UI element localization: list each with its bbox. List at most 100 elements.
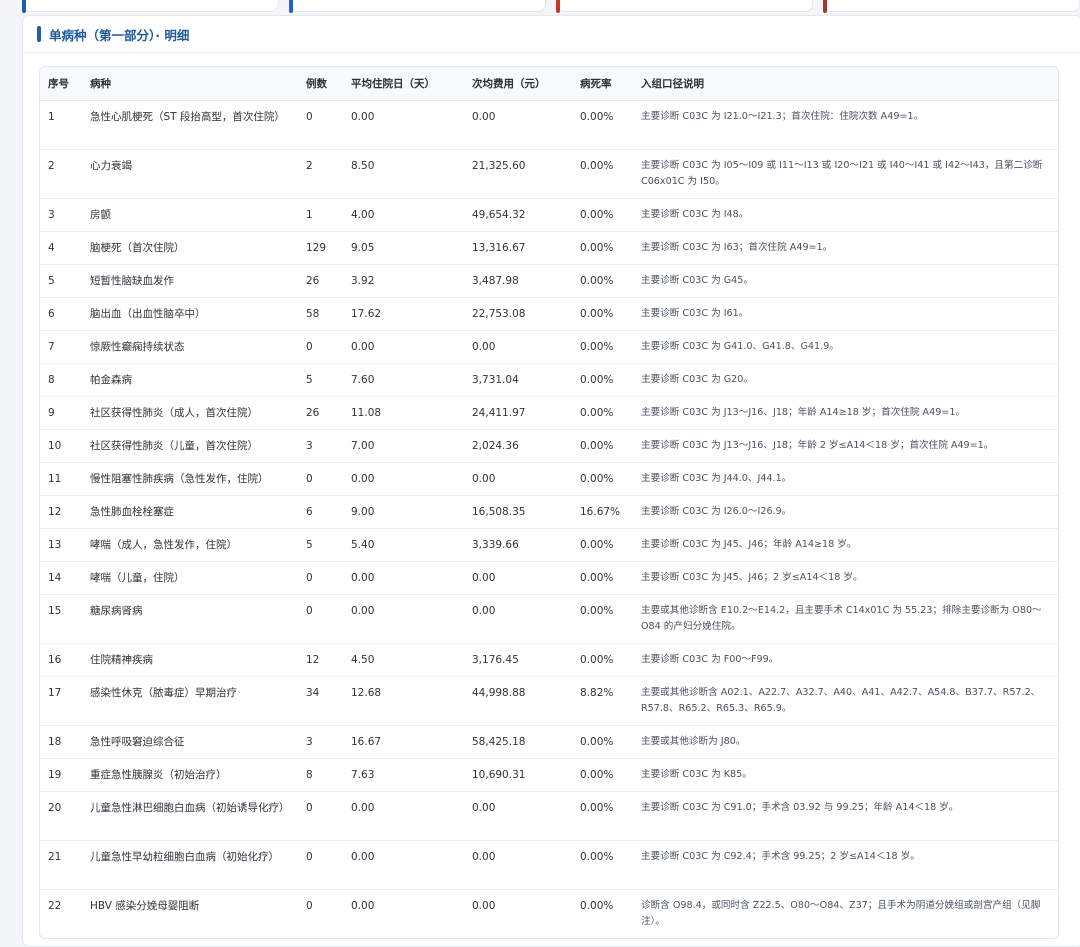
summary-card — [289, 0, 546, 13]
table-row: 17 感染性休克（脓毒症）早期治疗 34 12.68 44,998.88 8.82% 主要或… — [40, 676, 1058, 726]
table-row: 20 儿童急性淋巴细胞白血病（初始诱导化疗） 0 0.00 0.00 0.00% 主要诊断 … — [40, 791, 1058, 841]
cell-no: 9 — [40, 396, 82, 430]
cell-no: 19 — [40, 758, 82, 792]
cell-avg-los: 12.68 — [343, 676, 464, 726]
cell-disease: 心力衰竭 — [82, 149, 298, 199]
cell-disease: 脑梗死（首次住院） — [82, 231, 298, 265]
cell-avg-cost: 3,176.45 — [464, 643, 572, 677]
table-row: 3 房颤 1 4.00 49,654.32 0.00% 主要诊断 C03C 为 I48。 — [40, 198, 1058, 232]
cell-no: 5 — [40, 264, 82, 298]
cell-avg-cost: 0.00 — [464, 330, 572, 364]
cell-disease: 哮喘（儿童，住院） — [82, 561, 298, 595]
cell-avg-los: 7.60 — [343, 363, 464, 397]
cell-disease: 重症急性胰腺炎（初始治疗） — [82, 758, 298, 792]
table-row: 10 社区获得性肺炎（儿童，首次住院） 3 7.00 2,024.36 0.00% 主要诊断… — [40, 429, 1058, 463]
cell-no: 22 — [48, 900, 62, 912]
cell-mortality: 0.00% — [572, 840, 633, 890]
cell-mortality: 0.00% — [572, 100, 633, 150]
cell-avg-cost: 0.00 — [464, 561, 572, 595]
cell-disease: 惊厥性癫痫持续状态 — [82, 330, 298, 364]
cell-no: 1 — [40, 100, 82, 150]
cell-avg-cost: 13,316.67 — [464, 231, 572, 265]
table-row: 12 急性肺血栓栓塞症 6 9.00 16,508.35 16.67% 主要诊断 C03C … — [40, 495, 1058, 529]
table-row: 13 哮喘（成人，急性发作，住院） 5 5.40 3,339.66 0.00% 主要诊断 C… — [40, 528, 1058, 562]
col-header-cases: 例数 — [298, 67, 343, 101]
cell-cases: 0 — [298, 100, 343, 150]
cell-avg-cost: 0.00 — [472, 900, 496, 912]
cell-avg-los: 0.00 — [343, 840, 464, 890]
cell-avg-cost: 44,998.88 — [464, 676, 572, 726]
table-row: 16 住院精神疾病 12 4.50 3,176.45 0.00% 主要诊断 C03C 为 F… — [40, 643, 1058, 677]
cell-avg-los: 0.00 — [343, 561, 464, 595]
card-accent — [289, 0, 293, 13]
cell-avg-los: 0.00 — [343, 330, 464, 364]
cell-avg-los: 0.00 — [343, 100, 464, 150]
section-title: 单病种（第一部分）· 明细 — [49, 27, 190, 43]
cell-avg-cost: 0.00 — [464, 594, 572, 644]
cell-avg-cost: 22,753.08 — [464, 297, 572, 331]
summary-cards-strip — [0, 0, 1080, 13]
cell-criteria: 主要诊断 C03C 为 J13～J16、J18；年龄 A14≥18 岁；首次住院… — [633, 396, 1058, 430]
table-row: 11 慢性阻塞性肺疾病（急性发作，住院） 0 0.00 0.00 0.00% 主要诊断 C0… — [40, 462, 1058, 496]
cell-mortality: 0.00% — [572, 297, 633, 331]
cell-cases: 5 — [298, 528, 343, 562]
cell-cases: 0 — [298, 791, 343, 841]
cell-cases: 0 — [306, 900, 313, 912]
cell-criteria: 主要或其他诊断为 J80。 — [633, 725, 1058, 759]
cell-no: 13 — [40, 528, 82, 562]
cell-avg-los: 9.05 — [343, 231, 464, 265]
cell-criteria: 主要诊断 C03C 为 G45。 — [633, 264, 1058, 298]
cell-avg-cost: 0.00 — [464, 462, 572, 496]
cell-cases: 58 — [298, 297, 343, 331]
cell-disease: 糖尿病肾病 — [82, 594, 298, 644]
cell-avg-los: 16.67 — [343, 725, 464, 759]
cell-criteria: 主要诊断 C03C 为 J45、J46；2 岁≤A14＜18 岁。 — [633, 561, 1058, 595]
cell-mortality: 0.00% — [572, 396, 633, 430]
cell-disease: 儿童急性淋巴细胞白血病（初始诱导化疗） — [82, 791, 298, 841]
col-header-no: 序号 — [40, 67, 82, 101]
cell-cases: 129 — [298, 231, 343, 265]
cell-avg-los: 0.00 — [351, 900, 375, 912]
cell-cases: 0 — [298, 330, 343, 364]
summary-card — [823, 0, 1080, 13]
cell-avg-los: 0.00 — [343, 462, 464, 496]
cell-avg-los: 11.08 — [343, 396, 464, 430]
cell-avg-los: 0.00 — [343, 791, 464, 841]
cell-avg-cost: 16,508.35 — [464, 495, 572, 529]
cell-no: 10 — [40, 429, 82, 463]
cell-cases: 34 — [298, 676, 343, 726]
cell-disease: 急性心肌梗死（ST 段抬高型，首次住院） — [82, 100, 298, 150]
table-row: 2 心力衰竭 2 8.50 21,325.60 0.00% 主要诊断 C03C 为 I05～… — [40, 149, 1058, 199]
table-row: 6 脑出血（出血性脑卒中） 58 17.62 22,753.08 0.00% 主要诊断 C0… — [40, 297, 1058, 331]
col-header-avg-los: 平均住院日（天） — [343, 67, 464, 101]
table-row: 9 社区获得性肺炎（成人，首次住院） 26 11.08 24,411.97 0.00% 主要… — [40, 396, 1058, 430]
detail-panel: 单病种（第一部分）· 明细 序号 病种 例数 平均住院日（天） 次均费用（元） — [22, 15, 1080, 947]
cell-criteria: 主要诊断 C03C 为 J44.0、J44.1。 — [633, 462, 1058, 496]
cell-mortality: 0.00% — [572, 231, 633, 265]
cell-disease: 急性呼吸窘迫综合征 — [82, 725, 298, 759]
cell-avg-los: 4.00 — [343, 198, 464, 232]
cell-no: 6 — [40, 297, 82, 331]
summary-card — [22, 0, 279, 13]
cell-cases: 26 — [298, 264, 343, 298]
cell-avg-los: 5.40 — [343, 528, 464, 562]
cell-avg-los: 7.63 — [343, 758, 464, 792]
cell-disease: 哮喘（成人，急性发作，住院） — [82, 528, 298, 562]
table-row: 22 HBV 感染分娩母婴阻断 0 0.00 0.00 0.00% 诊断含 O98.4，或同… — [40, 890, 1058, 939]
cell-avg-cost: 24,411.97 — [464, 396, 572, 430]
cell-disease: 儿童急性早幼粒细胞白血病（初始化疗） — [82, 840, 298, 890]
cell-disease: 房颤 — [82, 198, 298, 232]
cell-avg-los: 0.00 — [343, 594, 464, 644]
cell-mortality: 0.00% — [572, 198, 633, 232]
table-row: 14 哮喘（儿童，住院） 0 0.00 0.00 0.00% 主要诊断 C03C 为 J45… — [40, 561, 1058, 595]
cell-criteria: 主要诊断 C03C 为 C92.4；手术含 99.25；2 岁≤A14＜18 岁… — [633, 840, 1058, 890]
disease-table-container: 序号 病种 例数 平均住院日（天） 次均费用（元） 病死率 入组口径说明 1 急性… — [39, 66, 1059, 939]
cell-mortality: 0.00% — [572, 643, 633, 677]
cell-no: 11 — [40, 462, 82, 496]
summary-card — [556, 0, 813, 13]
table-header-row: 序号 病种 例数 平均住院日（天） 次均费用（元） 病死率 入组口径说明 — [40, 67, 1058, 101]
table-row: 7 惊厥性癫痫持续状态 0 0.00 0.00 0.00% 主要诊断 C03C 为 G41.… — [40, 330, 1058, 364]
table-row: 4 脑梗死（首次住院） 129 9.05 13,316.67 0.00% 主要诊断 C03C… — [40, 231, 1058, 265]
cell-disease: 慢性阻塞性肺疾病（急性发作，住院） — [82, 462, 298, 496]
cell-avg-cost: 0.00 — [464, 100, 572, 150]
